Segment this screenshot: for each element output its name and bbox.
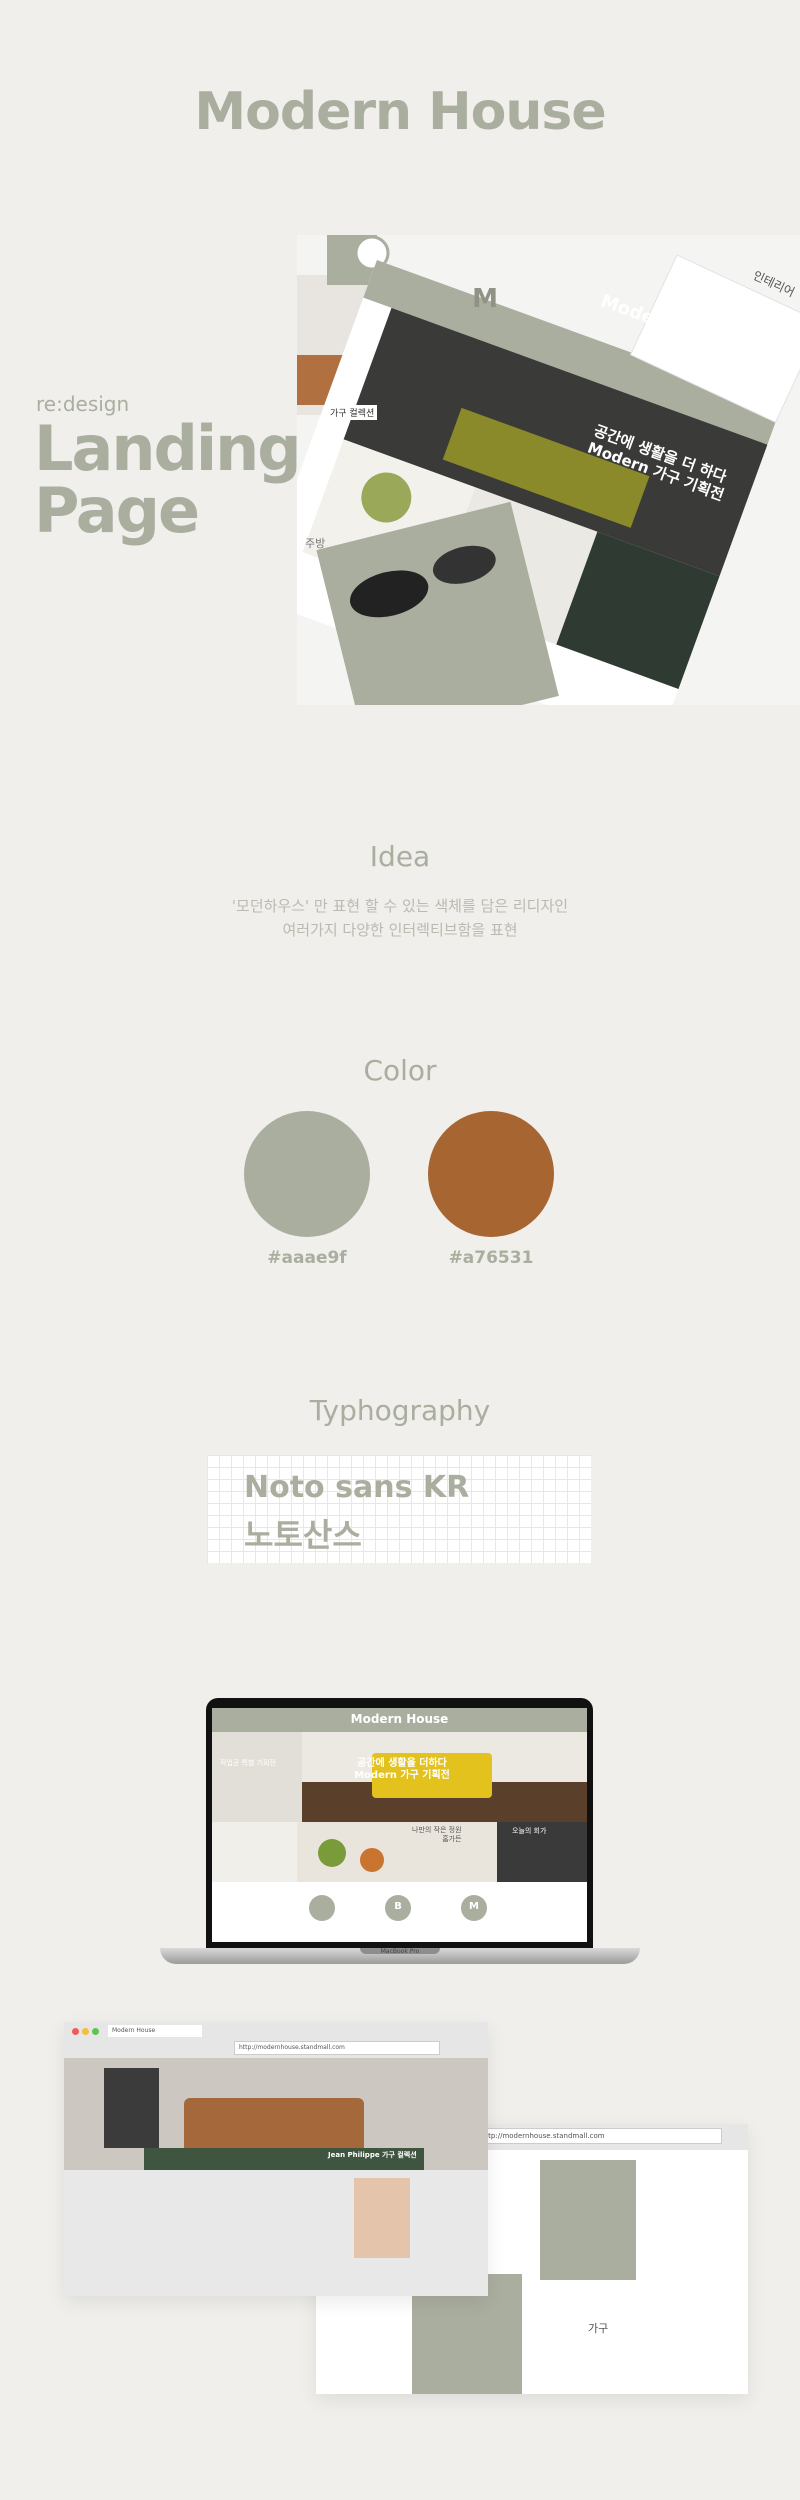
typography-font-name-kr: 노토산스 [244, 1516, 362, 1554]
hero-mockup: M Modern House 공간에 생활을 더 하다 Modern 가구 기획… [297, 235, 800, 705]
color-heading: Color [363, 1054, 437, 1087]
laptop-screen: Modern House 공간에 생활을 더하다 Modern 가구 기획전 작… [212, 1708, 587, 1942]
browser-2-url-bar[interactable]: http://modernhouse.standmall.com [476, 2128, 722, 2144]
hero-logo-letter: M [472, 284, 498, 314]
idea-description: '모던하우스' 만 표현 할 수 있는 색체를 담은 리디자인 여러가지 다양한… [0, 894, 800, 942]
browser-1-caption: Jean Philippe 가구 컬렉션 [328, 2151, 417, 2159]
idea-line2: 여러가지 다양한 인터렉티브함을 표현 [282, 921, 518, 939]
laptop-icon-b: B [394, 1901, 402, 1912]
laptop-right-label: 오늘의 회가 [512, 1827, 547, 1835]
hero-side-label-collection: 가구 컬렉션 [327, 405, 378, 420]
laptop-icon-m: M [469, 1901, 479, 1912]
laptop-mid-label-1: 나만의 작은 정원 [412, 1826, 462, 1834]
typography-heading: Typhography [309, 1394, 491, 1427]
window-minimize-icon[interactable] [82, 2028, 89, 2035]
landing-heading: Landing Page [34, 412, 302, 547]
browser-1-tab[interactable]: Modern House [108, 2025, 202, 2037]
browser-1-toolbar: Modern House http://modernhouse.standmal… [64, 2022, 488, 2058]
laptop-mid-label: 나만의 작은 정원 홈가든 [412, 1826, 462, 1844]
idea-line1: '모던하우스' 만 표현 할 수 있는 색체를 담은 리디자인 [231, 897, 569, 915]
browser-2-green-block [540, 2160, 636, 2280]
window-close-icon[interactable] [72, 2028, 79, 2035]
laptop-tagline-line1: 공간에 생활을 더하다 [357, 1758, 447, 1769]
browser-window-primary: Modern House http://modernhouse.standmal… [64, 2022, 488, 2296]
laptop-tagline-line2: Modern 가구 기획전 [354, 1770, 450, 1781]
idea-heading: Idea [369, 840, 431, 873]
laptop-brand: Modern House [350, 1712, 449, 1726]
laptop-tagline: 공간에 생활을 더하다 Modern 가구 기획전 [327, 1758, 477, 1782]
laptop-left-label: 작업공 특별 기획전 [220, 1759, 276, 1767]
color-hex-rust: #a76531 [448, 1248, 534, 1268]
landing-heading-line1: Landing [34, 412, 302, 485]
browser-1-url-bar[interactable]: http://modernhouse.standmall.com [234, 2041, 440, 2055]
hero-side-label-kitchen: 주방 [305, 537, 326, 550]
browser-1-hero-art [64, 2058, 488, 2296]
laptop-mid-label-2: 홈가든 [442, 1835, 462, 1843]
typography-font-name: Noto sans KR [244, 1470, 470, 1505]
color-hex-sage: #aaae9f [267, 1248, 347, 1268]
page-title: Modern House [194, 82, 606, 142]
laptop-model-label: MacBook Pro [380, 1948, 420, 1955]
color-swatch-rust [428, 1111, 554, 1237]
color-swatch-sage [244, 1111, 370, 1237]
landing-heading-line2: Page [34, 474, 200, 547]
window-maximize-icon[interactable] [92, 2028, 99, 2035]
browser-2-category: 가구 [588, 2322, 609, 2335]
